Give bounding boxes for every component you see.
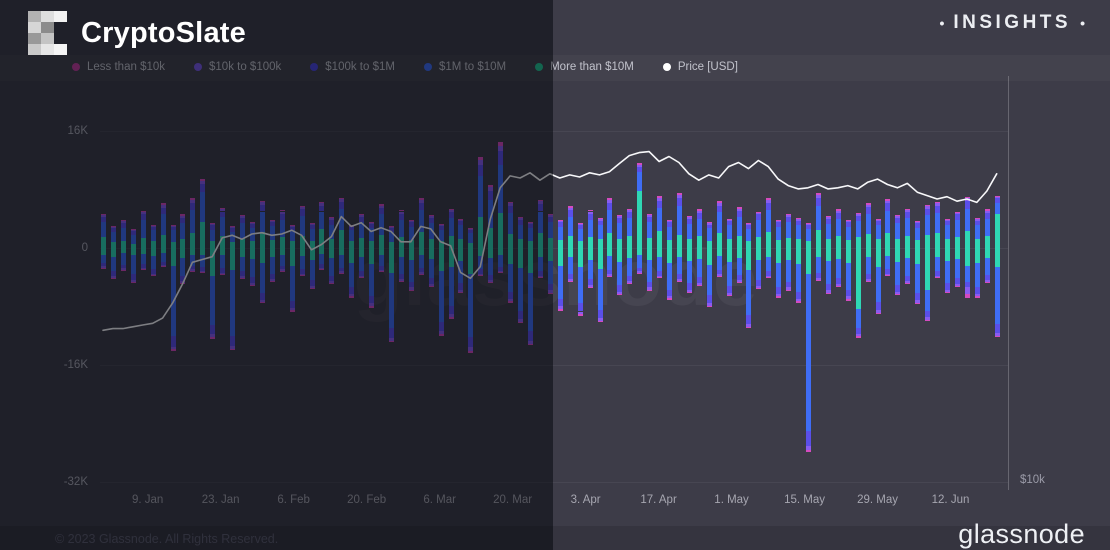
cryptoslate-brand[interactable]: CryptoSlate bbox=[28, 11, 246, 55]
chart-area: glassnode 16K0-16K-32K 9. Jan23. Jan6. F… bbox=[0, 0, 1110, 550]
legend-item-less-than-10k[interactable]: Less than $10k bbox=[72, 61, 165, 73]
legend-label: Price [USD] bbox=[678, 61, 738, 73]
legend-item-100k-1m[interactable]: $100k to $1M bbox=[310, 61, 395, 73]
legend-item-more-than-10m[interactable]: More than $10M bbox=[535, 61, 634, 73]
price-line bbox=[103, 152, 997, 331]
chart-legend: Less than $10k $10k to $100k $100k to $1… bbox=[72, 61, 738, 73]
legend-label: Less than $10k bbox=[87, 61, 165, 73]
brand-title: CryptoSlate bbox=[81, 17, 246, 50]
legend-label: More than $10M bbox=[550, 61, 634, 73]
legend-dot-icon bbox=[535, 63, 543, 71]
legend-label: $100k to $1M bbox=[325, 61, 395, 73]
legend-label: $1M to $10M bbox=[439, 61, 506, 73]
copyright-text: © 2023 Glassnode. All Rights Reserved. bbox=[55, 532, 278, 546]
legend-dot-icon bbox=[663, 63, 671, 71]
legend-dot-icon bbox=[194, 63, 202, 71]
insights-page: glassnode 16K0-16K-32K 9. Jan23. Jan6. F… bbox=[0, 0, 1110, 550]
cryptoslate-logo-icon bbox=[28, 11, 67, 55]
price-axis-tick-label: $10k bbox=[1020, 474, 1045, 486]
legend-item-price-usd[interactable]: Price [USD] bbox=[663, 61, 738, 73]
price-line-svg bbox=[0, 0, 1110, 550]
legend-label: $10k to $100k bbox=[209, 61, 281, 73]
legend-item-1m-10m[interactable]: $1M to $10M bbox=[424, 61, 506, 73]
glassnode-wordmark[interactable]: glassnode bbox=[958, 519, 1085, 550]
legend-dot-icon bbox=[72, 63, 80, 71]
price-axis-line bbox=[1008, 76, 1009, 490]
legend-dot-icon bbox=[310, 63, 318, 71]
legend-item-10k-100k[interactable]: $10k to $100k bbox=[194, 61, 281, 73]
legend-dot-icon bbox=[424, 63, 432, 71]
